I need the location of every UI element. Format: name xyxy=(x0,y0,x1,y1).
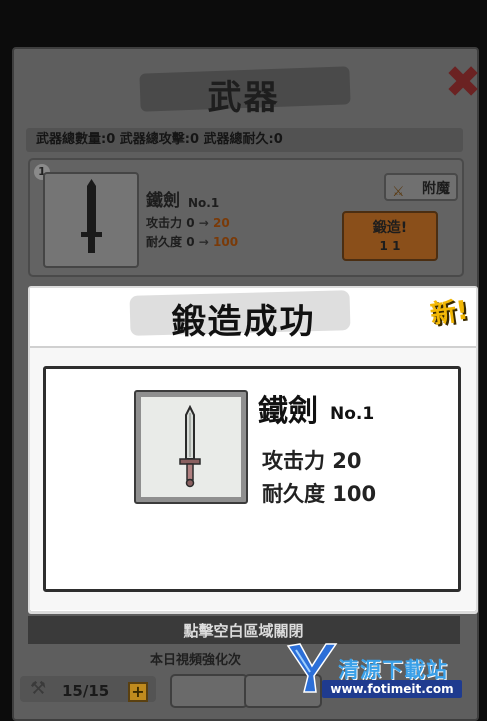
new-badge: 新! xyxy=(428,295,471,331)
material-slot-1[interactable] xyxy=(170,674,248,708)
energy-count: 15/15 xyxy=(62,682,110,700)
watermark-url: www.fotimeit.com xyxy=(322,680,462,698)
enchant-sword-icon: ⚔ xyxy=(392,184,405,200)
attack-from: 0 xyxy=(186,216,195,230)
add-energy-button[interactable]: + xyxy=(128,682,148,702)
daily-video-text: 本日視頻強化次 xyxy=(150,653,242,668)
item-number: No.1 xyxy=(330,404,375,424)
weapon-name: 鐵劍 xyxy=(146,191,180,211)
durability-to: 100 xyxy=(213,235,239,249)
weapon-thumbnail xyxy=(43,172,139,268)
attack-to: 20 xyxy=(213,216,230,230)
hammer-icon: ⚒ xyxy=(30,678,47,699)
durability-from: 0 xyxy=(186,235,195,249)
item-durability: 耐久度 100 xyxy=(262,482,377,506)
arrow-icon: → xyxy=(198,235,209,249)
arrow-icon: → xyxy=(198,216,209,230)
item-name: 鐵劍 xyxy=(258,394,318,429)
dialog-title: 鍛造成功 xyxy=(171,302,316,342)
forge-cost: 1 1 xyxy=(379,239,401,253)
enchant-button[interactable]: ⚔ 附魔 xyxy=(384,173,458,201)
weapon-durability-line: 耐久度 0 → 100 xyxy=(146,233,238,250)
close-icon[interactable]: ✖ xyxy=(440,60,486,106)
weapon-number: No.1 xyxy=(188,196,220,210)
weapon-attack-line: 攻击力 0 → 20 xyxy=(146,214,230,231)
weapon-stats-bar: 武器總數量:0 武器總攻擊:0 武器總耐久:0 xyxy=(26,128,463,152)
iron-sword-icon xyxy=(179,405,201,488)
panel-title: 武器 xyxy=(207,78,280,118)
forge-button[interactable]: 鍛造! 1 1 xyxy=(342,211,438,261)
item-attack: 攻击力 20 xyxy=(262,449,362,473)
result-card xyxy=(43,366,461,592)
close-hint: 點擊空白區域關閉 xyxy=(183,622,304,640)
enchant-label: 附魔 xyxy=(422,181,450,197)
attack-label: 攻击力 xyxy=(146,216,183,230)
sword-silhouette-icon xyxy=(81,179,102,253)
durability-label: 耐久度 xyxy=(146,235,183,249)
forge-label: 鍛造! xyxy=(372,220,408,236)
